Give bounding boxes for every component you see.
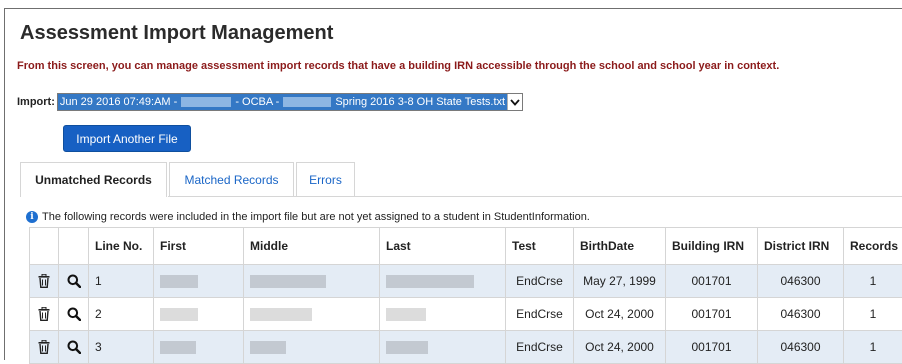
redacted-text <box>160 308 198 321</box>
column-header-district-irn[interactable]: District IRN <box>758 228 844 265</box>
building-irn-cell: 001701 <box>666 265 758 298</box>
column-header-view <box>59 228 89 265</box>
redacted-text <box>250 275 326 288</box>
delete-cell <box>30 265 59 298</box>
birthdate-cell: Oct 24, 2000 <box>574 331 666 364</box>
search-icon[interactable] <box>59 340 88 354</box>
line-no-cell: 3 <box>89 331 154 364</box>
import-another-file-button[interactable]: Import Another File <box>63 125 191 152</box>
first-cell <box>154 265 244 298</box>
record-tabs: Unmatched Records Matched Records Errors <box>20 162 357 197</box>
column-header-building-irn[interactable]: Building IRN <box>666 228 758 265</box>
column-header-last[interactable]: Last <box>380 228 506 265</box>
birthdate-cell: Oct 24, 2000 <box>574 298 666 331</box>
redacted-text <box>386 308 426 321</box>
page-subtitle: From this screen, you can manage assessm… <box>17 60 779 72</box>
info-message: i The following records were included in… <box>26 211 590 223</box>
column-header-middle[interactable]: Middle <box>244 228 380 265</box>
table-row: 1 EndCrse May 27, 1999 001701 046300 1 <box>30 265 902 298</box>
trash-icon[interactable] <box>30 274 58 288</box>
table-row: 2 EndCrse Oct 24, 2000 001701 046300 1 <box>30 298 902 331</box>
view-cell <box>59 298 89 331</box>
district-irn-cell: 046300 <box>758 331 844 364</box>
column-header-delete <box>30 228 59 265</box>
view-cell <box>59 331 89 364</box>
redacted-text <box>386 275 474 288</box>
chevron-down-icon[interactable] <box>507 94 522 110</box>
line-no-cell: 2 <box>89 298 154 331</box>
unmatched-records-table: Line No. First Middle Last Test BirthDat… <box>29 227 902 364</box>
line-no-cell: 1 <box>89 265 154 298</box>
redacted-text <box>250 341 286 354</box>
middle-cell <box>244 331 380 364</box>
redacted-text <box>160 275 198 288</box>
redacted-text <box>250 308 312 321</box>
records-cell: 1 <box>844 265 902 298</box>
tab-matched-records[interactable]: Matched Records <box>169 162 294 196</box>
middle-cell <box>244 265 380 298</box>
delete-cell <box>30 331 59 364</box>
district-irn-cell: 046300 <box>758 298 844 331</box>
first-cell <box>154 298 244 331</box>
test-cell: EndCrse <box>506 331 574 364</box>
tab-errors[interactable]: Errors <box>296 162 355 196</box>
import-selector-row: Import: Jun 29 2016 07:49:AM - - OCBA - … <box>17 93 523 111</box>
redacted-text <box>386 341 428 354</box>
test-cell: EndCrse <box>506 265 574 298</box>
search-icon[interactable] <box>59 307 88 321</box>
records-cell: 1 <box>844 298 902 331</box>
tab-unmatched-records[interactable]: Unmatched Records <box>20 162 167 197</box>
import-source: - OCBA - <box>235 94 279 110</box>
search-icon[interactable] <box>59 274 88 288</box>
delete-cell <box>30 298 59 331</box>
records-cell: 1 <box>844 331 902 364</box>
column-header-test[interactable]: Test <box>506 228 574 265</box>
last-cell <box>380 298 506 331</box>
building-irn-cell: 001701 <box>666 331 758 364</box>
info-icon: i <box>26 211 38 223</box>
column-header-line-no[interactable]: Line No. <box>89 228 154 265</box>
last-cell <box>380 331 506 364</box>
district-irn-cell: 046300 <box>758 265 844 298</box>
column-header-first[interactable]: First <box>154 228 244 265</box>
redacted-text <box>160 341 196 354</box>
column-header-birthdate[interactable]: BirthDate <box>574 228 666 265</box>
import-date: Jun 29 2016 07:49:AM - <box>60 94 177 110</box>
trash-icon[interactable] <box>30 307 58 321</box>
middle-cell <box>244 298 380 331</box>
table-header-row: Line No. First Middle Last Test BirthDat… <box>30 228 902 265</box>
first-cell <box>154 331 244 364</box>
redacted-text <box>283 97 331 107</box>
column-header-records[interactable]: Records <box>844 228 902 265</box>
page-title: Assessment Import Management <box>20 22 333 45</box>
info-text: The following records were included in t… <box>42 211 590 223</box>
tabs-divider <box>168 196 902 197</box>
birthdate-cell: May 27, 1999 <box>574 265 666 298</box>
import-select[interactable]: Jun 29 2016 07:49:AM - - OCBA - Spring 2… <box>57 93 523 111</box>
trash-icon[interactable] <box>30 340 58 354</box>
last-cell <box>380 265 506 298</box>
import-filename: Spring 2016 3-8 OH State Tests.txt <box>335 94 505 110</box>
view-cell <box>59 265 89 298</box>
table-row: 3 EndCrse Oct 24, 2000 001701 046300 1 <box>30 331 902 364</box>
test-cell: EndCrse <box>506 298 574 331</box>
building-irn-cell: 001701 <box>666 298 758 331</box>
redacted-text <box>181 97 231 107</box>
import-select-value: Jun 29 2016 07:49:AM - - OCBA - Spring 2… <box>58 94 507 110</box>
import-label: Import: <box>17 96 55 108</box>
